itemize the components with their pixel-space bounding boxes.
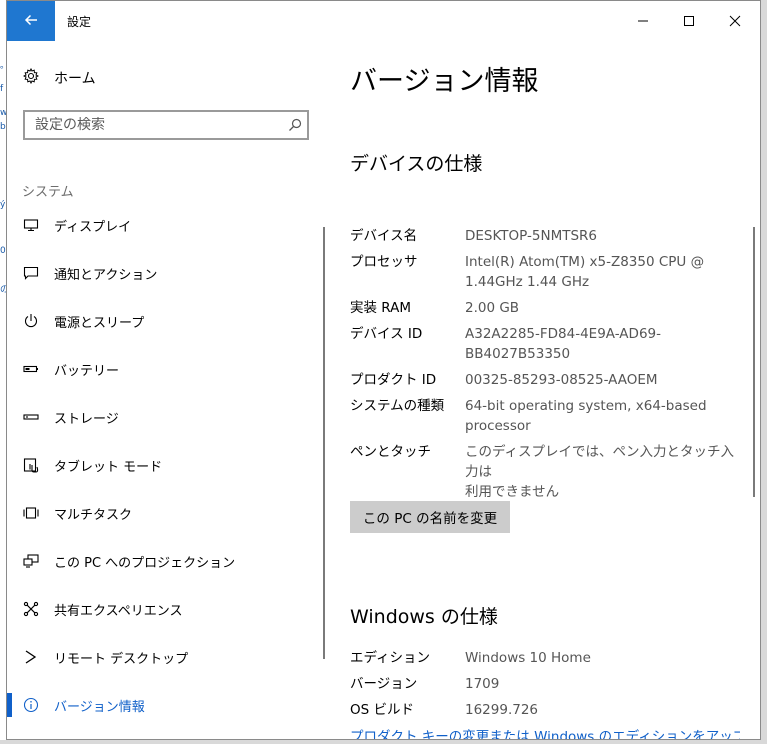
storage-icon xyxy=(23,409,39,425)
spec-key: デバイス ID xyxy=(350,326,423,342)
spec-key: バージョン xyxy=(350,676,418,692)
display-icon xyxy=(23,217,39,233)
sidebar-item-label: リモート デスクトップ xyxy=(54,651,189,667)
sidebar-item-power-sleep[interactable]: 電源とスリープ xyxy=(7,301,307,341)
info-icon xyxy=(23,697,39,713)
minimize-icon xyxy=(637,12,649,31)
spec-value: 64-bit operating system, x64-based proce… xyxy=(465,398,707,434)
spec-key: プロセッサ xyxy=(350,254,418,270)
notification-icon xyxy=(23,265,39,281)
home-label: ホーム xyxy=(54,71,96,87)
close-icon xyxy=(729,12,741,31)
spec-value: 16299.726 xyxy=(465,702,539,718)
sidebar-item-label: ディスプレイ xyxy=(54,219,132,235)
sidebar: ホーム システム ディスプレイ 通知とアクション 電源とスリープ バッテリー xyxy=(7,41,327,739)
spec-key: 実装 RAM xyxy=(350,300,412,316)
sidebar-item-notifications[interactable]: 通知とアクション xyxy=(7,253,307,293)
search-box xyxy=(23,110,309,140)
title-bar: 設定 xyxy=(7,1,760,41)
tablet-mode-icon xyxy=(23,457,39,473)
maximize-button[interactable] xyxy=(666,1,712,41)
spec-value: DESKTOP-5NMTSR6 xyxy=(465,228,598,244)
spec-value: 2.00 GB xyxy=(465,300,520,316)
spec-key: プロダクト ID xyxy=(350,372,437,388)
sidebar-item-storage[interactable]: ストレージ xyxy=(7,397,307,437)
spec-value: Windows 10 Home xyxy=(465,650,591,666)
sidebar-item-label: この PC へのプロジェクション xyxy=(54,555,236,571)
battery-icon xyxy=(23,361,39,377)
spec-key: デバイス名 xyxy=(350,228,418,244)
sidebar-item-label: ストレージ xyxy=(54,411,119,427)
content-scrollbar[interactable] xyxy=(753,227,755,497)
sidebar-item-label: マルチタスク xyxy=(54,507,133,523)
windows-spec-heading: Windows の仕様 xyxy=(350,606,498,628)
gear-icon xyxy=(22,67,40,88)
sidebar-item-label: 電源とスリープ xyxy=(54,315,145,331)
spec-key: エディション xyxy=(350,650,431,666)
search-input[interactable] xyxy=(25,117,283,133)
window-title: 設定 xyxy=(67,15,92,29)
projection-icon xyxy=(23,553,39,569)
device-spec-heading: デバイスの仕様 xyxy=(350,153,483,175)
section-header-system: システム xyxy=(22,185,74,200)
sidebar-item-multitasking[interactable]: マルチタスク xyxy=(7,493,307,533)
sidebar-item-about[interactable]: バージョン情報 xyxy=(7,685,307,725)
sidebar-item-display[interactable]: ディスプレイ xyxy=(7,205,307,245)
back-button[interactable] xyxy=(7,1,55,41)
sidebar-item-battery[interactable]: バッテリー xyxy=(7,349,307,389)
back-arrow-icon xyxy=(24,12,38,31)
page-title: バージョン情報 xyxy=(350,66,539,97)
change-product-key-link[interactable]: プロダクト キーの変更または Windows のエディションをアップグレー xyxy=(350,725,740,739)
settings-window: 設定 ホーム 設定の検索 システム ディスプレイ 通知とアクション 電源とスリー… xyxy=(6,0,761,740)
sidebar-item-label: バージョン情報 xyxy=(54,699,145,715)
spec-value: 1709 xyxy=(465,676,500,692)
background-bottom-edge xyxy=(0,740,767,744)
spec-key: ペンとタッチ xyxy=(350,444,431,460)
maximize-icon xyxy=(683,12,695,31)
spec-key: システムの種類 xyxy=(350,398,445,414)
close-button[interactable] xyxy=(712,1,758,41)
power-icon xyxy=(23,313,39,329)
search-icon[interactable] xyxy=(283,118,307,132)
sidebar-item-tablet-mode[interactable]: タブレット モード xyxy=(7,445,307,485)
remote-desktop-icon xyxy=(23,649,39,665)
shared-experience-icon xyxy=(23,601,39,617)
sidebar-item-label: 通知とアクション xyxy=(54,267,158,283)
sidebar-item-label: タブレット モード xyxy=(54,459,163,475)
sidebar-item-shared-experiences[interactable]: 共有エクスペリエンス xyxy=(7,589,307,629)
sidebar-item-projection[interactable]: この PC へのプロジェクション xyxy=(7,541,307,581)
sidebar-item-remote-desktop[interactable]: リモート デスクトップ xyxy=(7,637,307,677)
home-nav[interactable]: ホーム xyxy=(22,67,96,88)
sidebar-scrollbar[interactable] xyxy=(323,227,325,659)
rename-pc-button[interactable]: この PC の名前を変更 xyxy=(350,501,510,533)
spec-value: A32A2285-FD84-4E9A-AD69- BB4027B53350 xyxy=(465,326,661,362)
sidebar-item-label: 共有エクスペリエンス xyxy=(54,603,183,619)
multitask-icon xyxy=(23,505,39,521)
sidebar-item-label: バッテリー xyxy=(54,363,120,379)
spec-value: このディスプレイでは、ペン入力とタッチ入力は 利用できません xyxy=(465,444,735,500)
main-content: バージョン情報 デバイスの仕様 デバイス名 DESKTOP-5NMTSR6 プロ… xyxy=(327,41,760,739)
spec-key: OS ビルド xyxy=(350,702,414,718)
spec-value: Intel(R) Atom(TM) x5-Z8350 CPU @ 1.44GHz… xyxy=(465,254,705,290)
minimize-button[interactable] xyxy=(620,1,666,41)
spec-value: 00325-85293-08525-AAOEM xyxy=(465,372,658,388)
